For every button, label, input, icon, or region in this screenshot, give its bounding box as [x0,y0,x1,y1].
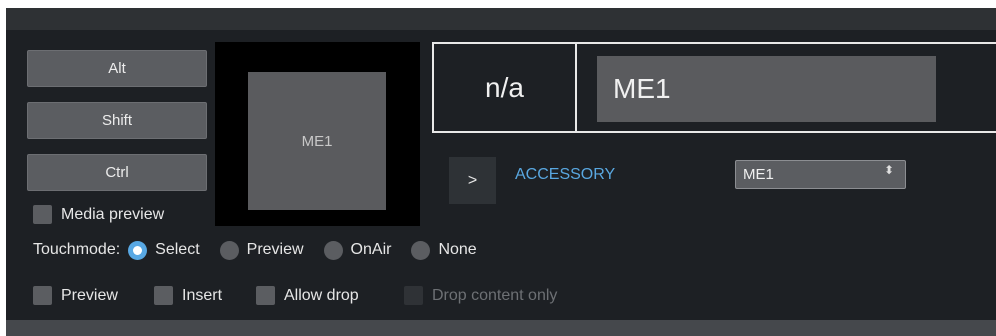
checkbox-box[interactable] [256,286,275,305]
status-display: n/a ME1 [432,42,996,133]
media-preview-checkbox[interactable]: Media preview [33,205,164,224]
preview-thumbnail[interactable]: ME1 [248,72,386,210]
drop-content-only-checkbox: Drop content only [404,286,557,305]
shift-button[interactable]: Shift [27,102,207,139]
allow-drop-checkbox[interactable]: Allow drop [256,286,359,305]
insert-checkbox[interactable]: Insert [154,286,222,305]
touchmode-label: Touchmode: [33,241,121,258]
accessory-label: ACCESSORY [515,166,616,183]
radio-selected-icon[interactable] [128,240,148,260]
touchmode-select-radio[interactable]: Select [128,240,200,260]
touchmode-none-radio[interactable]: None [411,240,477,260]
ctrl-button[interactable]: Ctrl [27,154,207,191]
accessory-selected-value: ME1 [743,166,774,183]
checkbox-box [404,286,423,305]
radio-label: OnAir [350,241,392,258]
touchmode-row: Touchmode: Select Preview OnAir None [33,238,497,262]
touchmode-preview-radio[interactable]: Preview [219,240,304,260]
allow-drop-label: Allow drop [284,286,359,304]
radio-unselected-icon[interactable] [219,240,239,260]
radio-label: None [438,241,477,258]
preview-checkbox[interactable]: Preview [33,286,118,305]
panel-title-bar [6,8,996,30]
status-na-cell: n/a [434,44,577,131]
expand-button[interactable]: > [449,157,496,204]
accessory-select[interactable]: ME1 ⬍ [735,160,906,189]
radio-label: Select [155,241,200,258]
panel-bottom-bar [6,320,996,336]
drop-content-only-label: Drop content only [432,286,558,304]
media-preview-box[interactable]: ME1 [215,42,420,226]
radio-label: Preview [246,241,304,258]
checkbox-box[interactable] [154,286,173,305]
alt-button[interactable]: Alt [27,50,207,87]
preview-label: Preview [61,286,118,304]
media-preview-label: Media preview [61,205,165,223]
updown-arrows-icon: ⬍ [883,163,894,177]
radio-unselected-icon[interactable] [323,240,343,260]
touchmode-onair-radio[interactable]: OnAir [323,240,392,260]
insert-label: Insert [182,286,223,304]
checkbox-box[interactable] [33,205,52,224]
checkbox-box[interactable] [33,286,52,305]
radio-unselected-icon[interactable] [411,240,431,260]
status-name-field: ME1 [597,56,936,122]
